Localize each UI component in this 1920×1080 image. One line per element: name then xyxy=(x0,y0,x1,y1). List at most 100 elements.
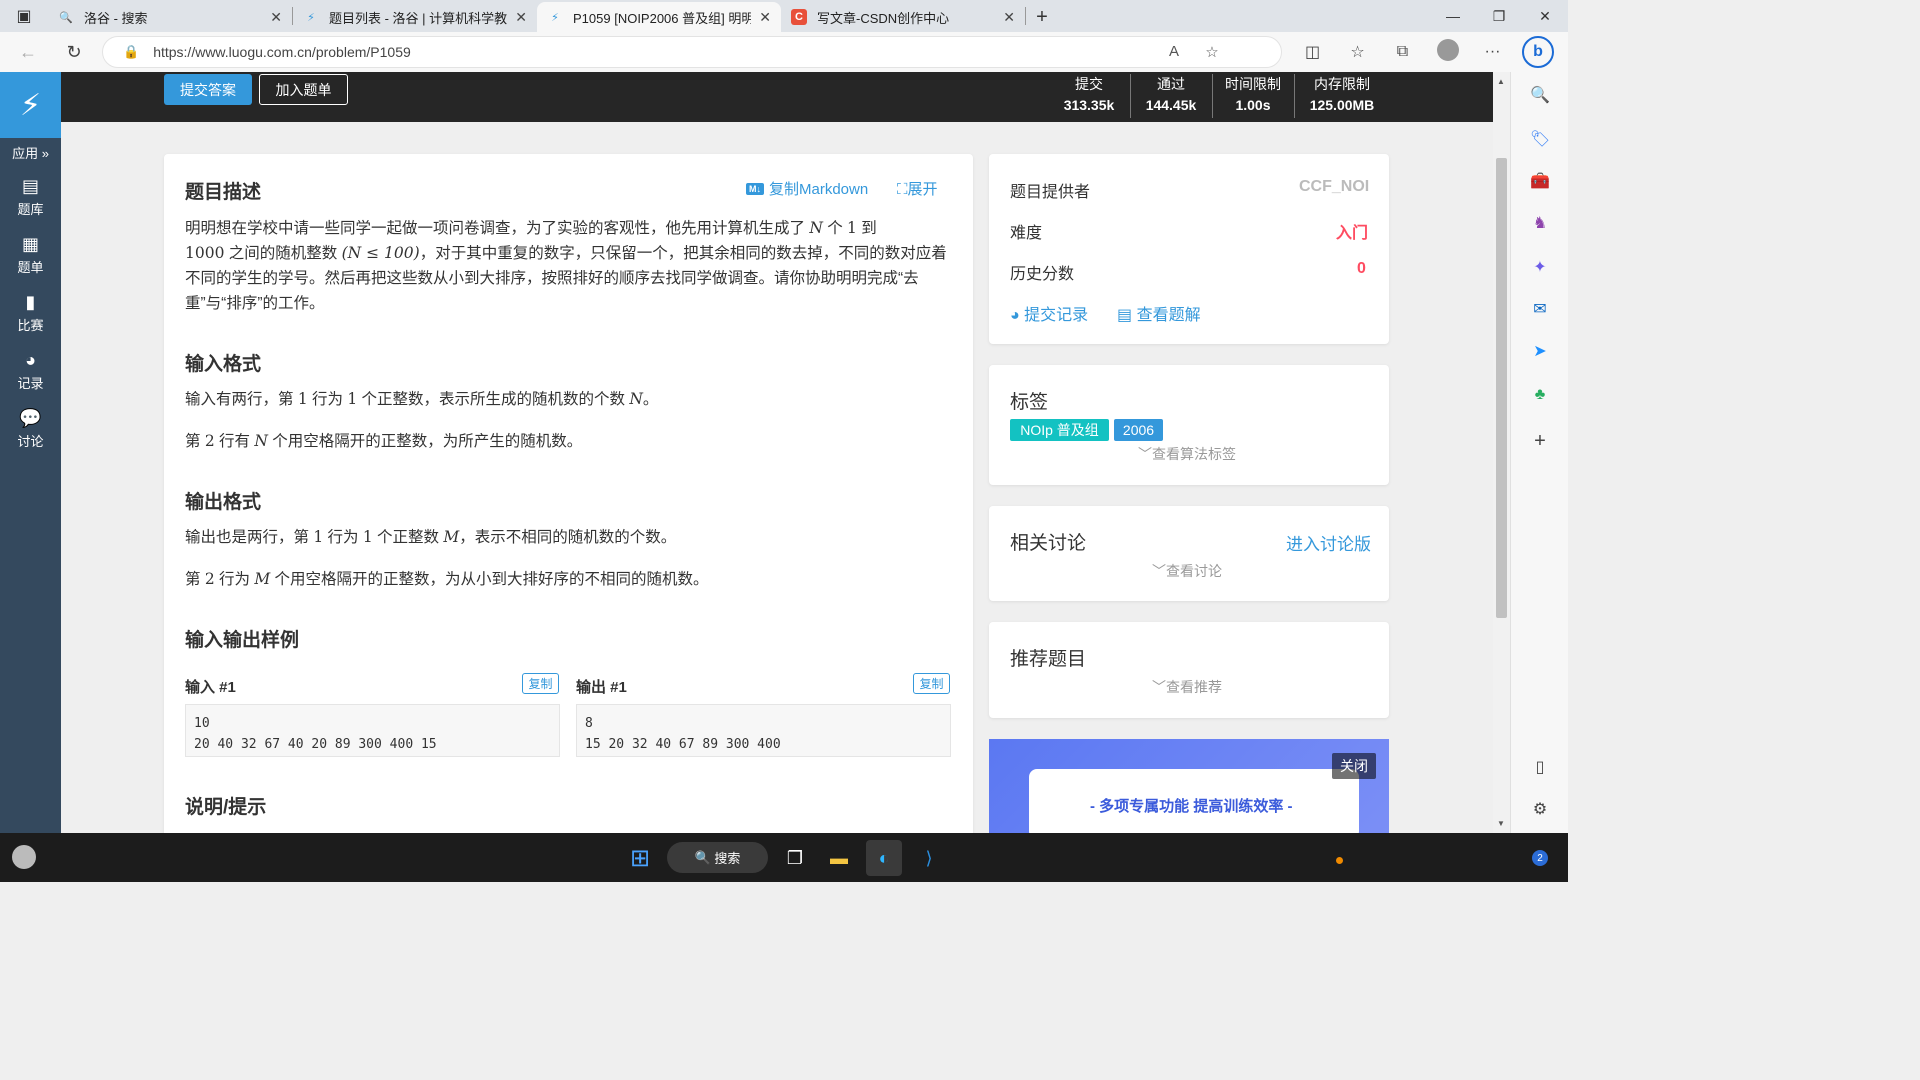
notification-badge[interactable]: 2 xyxy=(1532,850,1548,866)
scroll-down-icon[interactable]: ▼ xyxy=(1497,819,1505,828)
sidebar-item-discuss[interactable]: 💬 讨论 xyxy=(0,408,61,450)
split-screen-icon[interactable]: ◫ xyxy=(1290,42,1335,62)
tab-problem-p1059[interactable]: ⚡ P1059 [NOIP2006 普及组] 明明的随机数 ✕ xyxy=(537,2,781,32)
read-aloud-icon[interactable]: A xyxy=(1155,43,1193,61)
stat-label: 内存限制 xyxy=(1314,76,1370,92)
add-to-list-button[interactable]: 加入题单 xyxy=(259,74,348,105)
tag-noip-junior[interactable]: NOIp 普及组 xyxy=(1010,419,1109,441)
tab-csdn[interactable]: C 写文章-CSDN创作中心 ✕ xyxy=(781,2,1025,32)
sidebar-item-training[interactable]: ▦ 题单 xyxy=(0,234,61,276)
edge-browser-icon[interactable]: ◐ xyxy=(866,840,902,876)
close-icon[interactable]: ✕ xyxy=(759,9,771,26)
provider-value[interactable]: CCF_NOI xyxy=(1299,178,1369,196)
settings-gear-icon[interactable]: ⚙ xyxy=(1527,796,1553,822)
luogu-logo-icon[interactable]: ⚡ xyxy=(0,72,61,138)
sidebar-item-contest[interactable]: ▮ 比赛 xyxy=(0,292,61,334)
math-var: M xyxy=(254,570,271,588)
sidebar-item-problems[interactable]: ▤ 题库 xyxy=(0,176,61,218)
enter-forum-link[interactable]: 进入讨论版 xyxy=(1286,530,1371,555)
tag-2006[interactable]: 2006 xyxy=(1114,419,1163,441)
refresh-icon[interactable]: ↻ xyxy=(52,32,96,72)
text-run: 第 xyxy=(185,433,201,450)
sample-output-title: 输出 #1 xyxy=(576,679,627,696)
weather-icon[interactable] xyxy=(12,845,36,869)
promo-banner[interactable] xyxy=(989,739,1389,833)
apps-menu[interactable]: 应用 » xyxy=(0,143,61,162)
math-num: 1 xyxy=(362,528,373,546)
submit-answer-button[interactable]: 提交答案 xyxy=(164,74,252,105)
stat-value: 1.00s xyxy=(1235,97,1271,113)
tree-icon[interactable]: ♣ xyxy=(1527,382,1553,408)
file-explorer-icon[interactable]: ▬ xyxy=(821,840,857,876)
promo-close-button[interactable]: 关闭 xyxy=(1332,753,1376,779)
close-icon[interactable]: ✕ xyxy=(1003,9,1015,26)
scroll-up-icon[interactable]: ▲ xyxy=(1497,77,1505,86)
view-recommend[interactable]: ﹀查看推荐 xyxy=(1152,677,1222,697)
tab-title: P1059 [NOIP2006 普及组] 明明的随机数 xyxy=(573,10,752,26)
window-close-icon[interactable]: ✕ xyxy=(1522,0,1568,32)
back-icon[interactable]: ← xyxy=(6,32,50,72)
profile-icon[interactable] xyxy=(1425,38,1470,66)
tab-problem-list[interactable]: ⚡ 题目列表 - 洛谷 | 计算机科学教育新生态 ✕ xyxy=(293,2,537,32)
sidebar-item-label: 题单 xyxy=(17,260,44,275)
view-algorithm-tags[interactable]: ﹀查看算法标签 xyxy=(1138,444,1236,464)
view-solutions-link[interactable]: ▤ 查看题解 xyxy=(1117,301,1201,325)
url-input[interactable]: 🔒 https://www.luogu.com.cn/problem/P1059… xyxy=(102,36,1282,68)
shopping-tag-icon[interactable]: 🏷 xyxy=(1527,126,1553,152)
send-icon[interactable]: ➤ xyxy=(1527,338,1553,364)
outlook-icon[interactable]: ✉ xyxy=(1527,296,1553,322)
stat-label: 通过 xyxy=(1157,76,1185,92)
sample-input-box[interactable]: 10 20 40 32 67 40 20 89 300 400 15 xyxy=(185,704,560,757)
luogu-icon: ⚡ xyxy=(307,11,315,24)
stat-value: 144.45k xyxy=(1145,97,1197,113)
more-icon[interactable]: ··· xyxy=(1470,43,1515,61)
search-icon[interactable]: 🔍 xyxy=(1527,82,1553,108)
toolbox-icon[interactable]: 🧰 xyxy=(1527,168,1553,194)
sidebar-item-record[interactable]: ◕ 记录 xyxy=(0,350,61,392)
expand-button[interactable]: ⛶展开 xyxy=(897,178,938,199)
new-tab-icon[interactable]: + xyxy=(1026,2,1058,32)
collections-icon[interactable]: ⧉ xyxy=(1380,43,1425,61)
add-icon[interactable]: + xyxy=(1527,428,1553,454)
text-run: 行为 xyxy=(312,391,344,408)
text-run: 个用空格隔开的正整数，为所产生的随机数。 xyxy=(272,433,583,450)
bing-chat-icon[interactable]: b xyxy=(1522,36,1554,68)
windows-start-icon[interactable]: ⊞ xyxy=(622,840,658,876)
add-favorite-icon[interactable]: ☆ xyxy=(1193,43,1231,61)
provider-label: 题目提供者 xyxy=(1010,184,1091,201)
taskbar-search[interactable]: 🔍 搜索 xyxy=(667,842,768,873)
link-label: 查看题解 xyxy=(1136,307,1201,324)
copy-input-button[interactable]: 复制 xyxy=(522,673,559,694)
favorites-icon[interactable]: ☆ xyxy=(1335,42,1380,62)
sidebar-item-label: 讨论 xyxy=(17,434,44,449)
text-run: 个 xyxy=(827,220,843,237)
sample-output-box[interactable]: 8 15 20 32 40 67 89 300 400 xyxy=(576,704,951,757)
scrollbar-thumb[interactable] xyxy=(1496,158,1507,618)
stat-accepted: 通过 144.45k xyxy=(1131,74,1211,118)
task-view-icon[interactable]: ❐ xyxy=(777,840,813,876)
text-run: 个正整数，表示所生成的随机数的个数 xyxy=(361,391,626,408)
math-num: 2 xyxy=(204,432,215,450)
copy-markdown-button[interactable]: M↓ 复制Markdown xyxy=(746,178,868,199)
search-label: 搜索 xyxy=(714,851,741,866)
text-run: 个用空格隔开的正整数，为从小到大排好序的不相同的随机数。 xyxy=(274,571,709,588)
copilot-icon[interactable]: ✦ xyxy=(1527,254,1553,280)
sidebar-toggle-icon[interactable]: ▯ xyxy=(1527,754,1553,780)
restore-icon[interactable]: ❐ xyxy=(1476,0,1522,32)
output-format-heading: 输出格式 xyxy=(185,492,262,513)
tab-actions-icon[interactable]: ▣ xyxy=(0,0,48,32)
lock-icon: 🔒 xyxy=(123,44,140,59)
promo-text: - 多项专属功能 提高训练效率 - xyxy=(1090,798,1293,815)
tab-search[interactable]: 🔍 洛谷 - 搜索 ✕ xyxy=(48,2,292,32)
view-discussion[interactable]: ﹀查看讨论 xyxy=(1152,561,1222,581)
vscode-icon[interactable]: ⟩ xyxy=(911,840,947,876)
copy-output-button[interactable]: 复制 xyxy=(913,673,950,694)
close-icon[interactable]: ✕ xyxy=(515,9,527,26)
minimize-icon[interactable]: — xyxy=(1430,0,1476,32)
samples-heading: 输入输出样例 xyxy=(185,630,300,651)
games-icon[interactable]: ♞ xyxy=(1527,210,1553,236)
luogu-icon: ⚡ xyxy=(551,11,559,24)
submit-records-link[interactable]: ◕ 提交记录 xyxy=(1010,301,1088,325)
close-icon[interactable]: ✕ xyxy=(270,9,282,26)
stat-time-limit: 时间限制 1.00s xyxy=(1213,74,1293,118)
